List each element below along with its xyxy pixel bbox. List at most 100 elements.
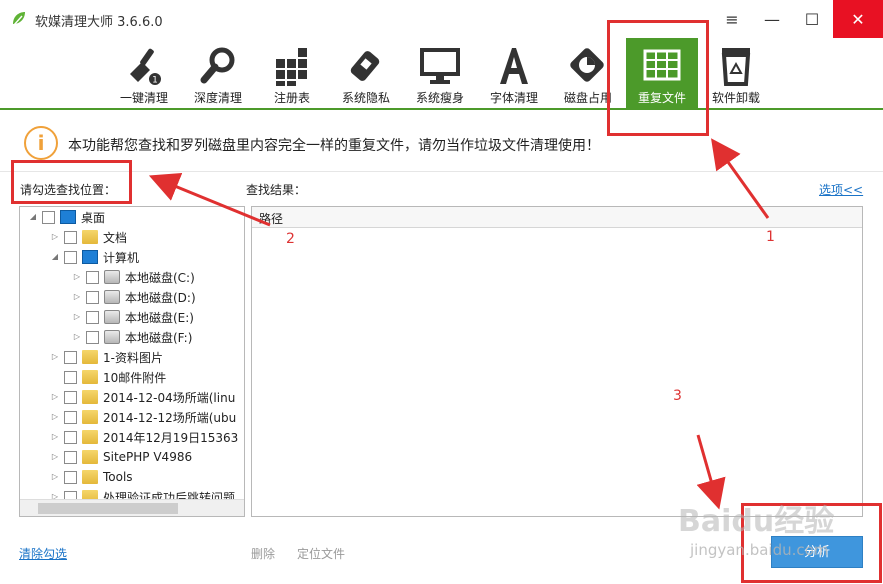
checkbox[interactable] [86, 330, 99, 344]
tree-node-desktop[interactable]: ◢ 桌面 [28, 207, 105, 227]
expand-arrow-icon[interactable] [50, 372, 60, 382]
expand-arrow-icon[interactable]: ▷ [50, 352, 60, 362]
tool-label: 系统隐私 [341, 91, 390, 105]
tree-node-computer[interactable]: ◢ 计算机 [50, 247, 139, 267]
results-column-header[interactable]: 路径 [252, 207, 862, 228]
info-banner: i 本功能帮您查找和罗列磁盘里内容完全一样的重复文件，请勿当作垃圾文件清理使用！ [0, 112, 883, 172]
font-a-icon [500, 48, 528, 84]
expand-arrow-icon[interactable]: ▷ [72, 272, 82, 282]
title-bar: 软媒清理大师 3.6.6.0 ≡ — ☐ ✕ [0, 0, 883, 38]
checkbox[interactable] [64, 350, 77, 364]
options-link[interactable]: 选项<< [819, 181, 863, 198]
annotation-number: 2 [286, 231, 295, 247]
maximize-button[interactable]: ☐ [792, 0, 832, 38]
location-tree[interactable]: ◢ 桌面 ▷ 文档 ◢ 计算机 ▷ 本地磁盘(C:) ▷ 本地磁盘(D:) ▷ … [19, 206, 245, 517]
tree-node-folder[interactable]: ▷ SitePHP V4986 [50, 447, 192, 467]
folder-icon [82, 430, 98, 444]
tool-deep-clean[interactable]: 深度清理 [182, 38, 254, 108]
checkbox[interactable] [64, 390, 77, 404]
checkbox[interactable] [64, 410, 77, 424]
scrollbar-thumb[interactable] [38, 503, 178, 514]
expand-arrow-icon[interactable]: ▷ [50, 432, 60, 442]
eraser-icon [350, 51, 380, 81]
checkbox[interactable] [42, 210, 55, 224]
svg-text:1: 1 [152, 76, 158, 86]
main-toolbar: 1 一键清理 深度清理 注册表 系统隐私 系统瘦身 字体清理 磁盘占用 重复文件… [0, 38, 883, 110]
tool-label: 一键清理 [119, 91, 168, 105]
tree-node-folder[interactable]: ▷ 2014-12-12场所端(ubu [50, 407, 236, 427]
tree-node-folder[interactable]: ▷ Tools [50, 467, 133, 487]
tree-node-drive-e[interactable]: ▷ 本地磁盘(E:) [72, 307, 194, 327]
drive-icon [104, 310, 120, 324]
menu-icon: ≡ [725, 9, 739, 29]
computer-icon [82, 250, 98, 264]
broom-icon: 1 [130, 48, 161, 86]
checkbox[interactable] [64, 430, 77, 444]
menu-button[interactable]: ≡ [712, 0, 752, 38]
clear-selection-link[interactable]: 清除勾选 [19, 545, 67, 562]
results-label: 查找结果： [246, 183, 307, 197]
tree-node-label: 10邮件附件 [103, 370, 167, 385]
tool-label: 字体清理 [489, 91, 538, 105]
folder-icon [82, 350, 98, 364]
tree-node-label: 本地磁盘(C:) [125, 270, 195, 285]
results-list[interactable]: 路径 [251, 206, 863, 517]
expand-arrow-icon[interactable]: ▷ [72, 312, 82, 322]
collapse-arrow-icon[interactable]: ◢ [28, 212, 38, 222]
expand-arrow-icon[interactable]: ▷ [50, 412, 60, 422]
checkbox[interactable] [86, 290, 99, 304]
tool-software-uninstall[interactable]: 软件卸载 [700, 38, 772, 108]
drive-icon [104, 290, 120, 304]
tree-node-drive-f[interactable]: ▷ 本地磁盘(F:) [72, 327, 192, 347]
tree-node-label: 计算机 [103, 250, 140, 265]
tool-registry[interactable]: 注册表 [256, 38, 328, 108]
minimize-button[interactable]: — [752, 0, 792, 38]
expand-arrow-icon[interactable]: ▷ [50, 472, 60, 482]
tool-label: 注册表 [273, 91, 310, 105]
path-column-label: 路径 [259, 212, 284, 226]
checkbox[interactable] [64, 370, 77, 384]
checkbox[interactable] [64, 230, 77, 244]
checkbox[interactable] [86, 310, 99, 324]
desktop-icon [60, 210, 76, 224]
tree-node-folder[interactable]: 10邮件附件 [50, 367, 166, 387]
tree-node-folder[interactable]: ▷ 1-资料图片 [50, 347, 163, 367]
folder-icon [82, 450, 98, 464]
expand-arrow-icon[interactable]: ▷ [50, 232, 60, 242]
tree-node-folder[interactable]: ▷ 2014年12月19日15363 [50, 427, 238, 447]
registry-blocks-icon [276, 48, 307, 86]
tree-node-label: Tools [103, 470, 133, 484]
checkbox[interactable] [86, 270, 99, 284]
info-icon: i [24, 126, 58, 160]
tree-node-drive-c[interactable]: ▷ 本地磁盘(C:) [72, 267, 195, 287]
expand-arrow-icon[interactable]: ▷ [72, 332, 82, 342]
expand-arrow-icon[interactable]: ▷ [50, 452, 60, 462]
tool-font-clean[interactable]: 字体清理 [478, 38, 550, 108]
checkbox[interactable] [64, 250, 77, 264]
expand-arrow-icon[interactable]: ▷ [72, 292, 82, 302]
tool-label: 深度清理 [193, 91, 242, 105]
folder-icon [82, 390, 98, 404]
watermark-text: Baidu经验 [678, 504, 835, 539]
folder-icon [82, 370, 98, 384]
maximize-icon: ☐ [804, 9, 820, 29]
tool-system-privacy[interactable]: 系统隐私 [330, 38, 402, 108]
checkbox[interactable] [64, 450, 77, 464]
close-button[interactable]: ✕ [833, 0, 883, 38]
disk-pie-icon [570, 48, 604, 82]
expand-arrow-icon[interactable]: ▷ [50, 392, 60, 402]
tree-node-label: 桌面 [81, 210, 106, 225]
checkbox[interactable] [64, 470, 77, 484]
tool-one-click-clean[interactable]: 1 一键清理 [108, 38, 180, 108]
tree-node-folder[interactable]: ▷ 2014-12-04场所端(linu [50, 387, 235, 407]
folder-icon [82, 230, 98, 244]
annotation-box-location [11, 160, 132, 204]
delete-button[interactable]: 删除 [251, 545, 275, 562]
tree-node-drive-d[interactable]: ▷ 本地磁盘(D:) [72, 287, 196, 307]
locate-file-button[interactable]: 定位文件 [297, 545, 345, 562]
tree-node-documents[interactable]: ▷ 文档 [50, 227, 127, 247]
monitor-icon [420, 48, 460, 84]
tree-horizontal-scrollbar[interactable] [20, 499, 244, 516]
collapse-arrow-icon[interactable]: ◢ [50, 252, 60, 262]
tool-system-slim[interactable]: 系统瘦身 [404, 38, 476, 108]
